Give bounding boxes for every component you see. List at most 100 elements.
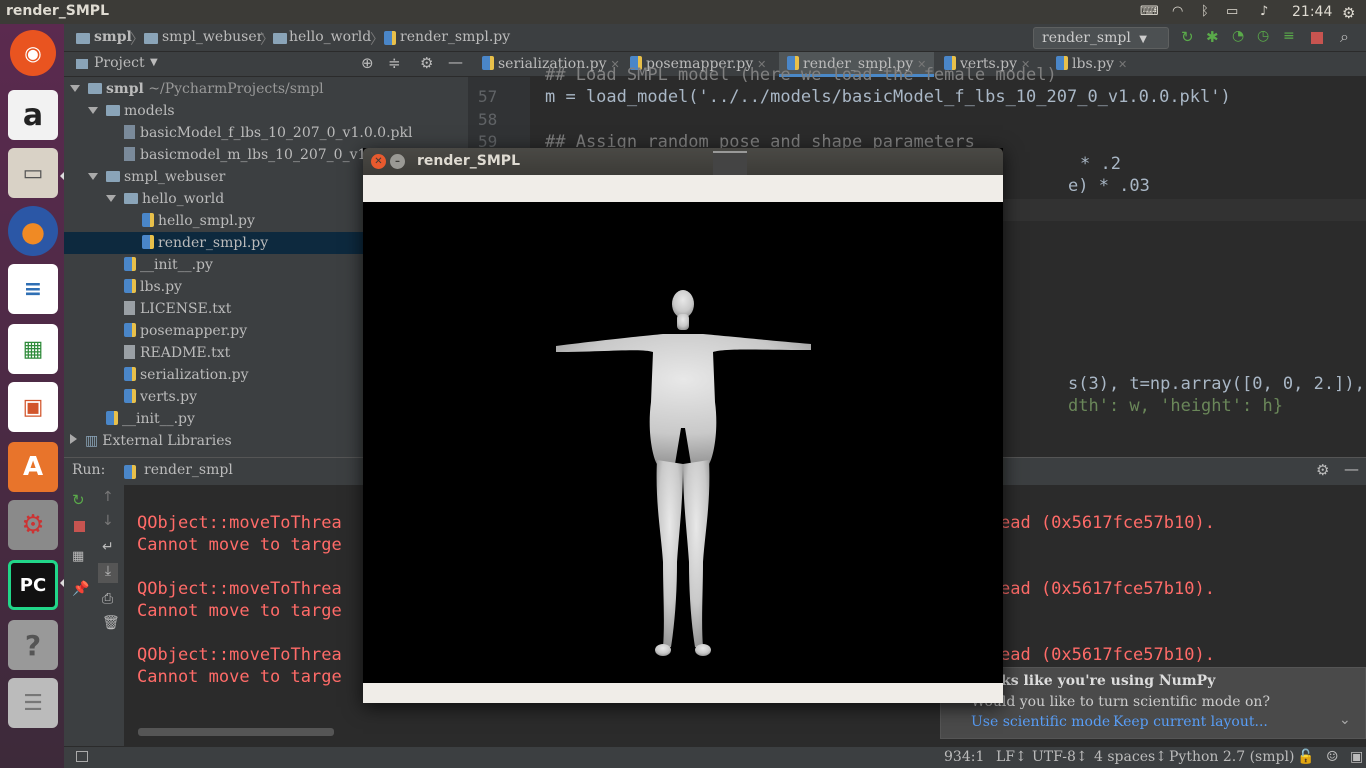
impress-icon[interactable]: ▣ bbox=[8, 382, 58, 432]
scroll-to-end-icon[interactable]: ⤓ bbox=[98, 563, 118, 583]
toggle-tool-windows-icon[interactable] bbox=[76, 751, 88, 762]
code-comment-line: ## Load SMPL model (here we load the fem… bbox=[545, 65, 1057, 85]
breadcrumb-hello-world[interactable]: hello_world bbox=[289, 29, 371, 45]
keyboard-icon[interactable]: ⌨ bbox=[1140, 4, 1159, 20]
active-window-title: render_SMPL bbox=[6, 3, 109, 19]
minimize-window-icon[interactable]: – bbox=[390, 154, 405, 169]
close-icon: ✕ bbox=[1117, 58, 1128, 71]
interpreter[interactable]: Python 2.7 (smpl) bbox=[1169, 749, 1294, 765]
profile-icon[interactable]: ◷ bbox=[1257, 28, 1271, 44]
tree-item-external-libraries[interactable]: ▥ External Libraries bbox=[70, 430, 232, 452]
ubuntu-dash-icon[interactable]: ◉ bbox=[10, 30, 56, 76]
smpl-body-render bbox=[556, 290, 811, 656]
tree-item-verts[interactable]: verts.py bbox=[124, 386, 197, 408]
files-icon[interactable]: ▭ bbox=[8, 148, 58, 198]
clock[interactable]: 21:44 bbox=[1292, 4, 1332, 20]
tree-item-smpl-webuser[interactable]: smpl_webuser bbox=[88, 166, 225, 188]
concurrency-icon[interactable]: ≡ bbox=[1283, 28, 1297, 44]
workspace-icon[interactable]: ☰ bbox=[8, 678, 58, 728]
bluetooth-icon[interactable]: ᛒ bbox=[1201, 4, 1209, 20]
print-icon[interactable]: ⎙ bbox=[102, 591, 113, 607]
tree-item-hello-world[interactable]: hello_world bbox=[106, 188, 224, 210]
breadcrumb-render-smpl[interactable]: render_smpl.py bbox=[400, 29, 510, 45]
target-icon[interactable]: ⊕ bbox=[361, 54, 374, 72]
breadcrumb-sep: 〉 bbox=[260, 32, 274, 48]
pin-icon[interactable]: 📌 bbox=[72, 581, 89, 597]
tree-item-models[interactable]: models bbox=[88, 100, 175, 122]
amazon-icon[interactable]: a bbox=[8, 90, 58, 140]
python-file-icon bbox=[384, 31, 396, 45]
run-label: Run: bbox=[72, 462, 106, 478]
tree-item-posemapper[interactable]: posemapper.py bbox=[124, 320, 247, 342]
lock-icon[interactable]: 🔓 bbox=[1297, 749, 1314, 765]
run-configuration-select[interactable]: render_smpl ▼ bbox=[1033, 27, 1169, 49]
gear-icon[interactable]: ⚙ bbox=[1316, 461, 1329, 479]
calc-icon[interactable]: ▦ bbox=[8, 324, 58, 374]
line-separator[interactable]: LF↕ bbox=[996, 749, 1027, 765]
chevron-down-icon[interactable]: ▼ bbox=[150, 57, 158, 68]
breadcrumb-smpl-webuser[interactable]: smpl_webuser bbox=[162, 29, 263, 45]
writer-icon[interactable]: ≡ bbox=[8, 264, 58, 314]
inspector-icon[interactable]: ☺ bbox=[1326, 749, 1339, 765]
battery-icon[interactable]: ▭ bbox=[1226, 4, 1238, 20]
use-scientific-mode-link[interactable]: Use scientific mode bbox=[971, 714, 1110, 730]
close-window-icon[interactable]: ✕ bbox=[371, 154, 386, 169]
tab-lbs[interactable]: lbs.py ✕ bbox=[1048, 52, 1135, 77]
tree-item-model-f[interactable]: basicModel_f_lbs_10_207_0_v1.0.0.pkl bbox=[124, 122, 412, 144]
layout-icon[interactable]: ▦ bbox=[72, 549, 84, 564]
pycharm-icon[interactable]: PC bbox=[8, 560, 58, 610]
keep-current-layout-link[interactable]: Keep current layout... bbox=[1113, 714, 1268, 730]
volume-icon[interactable]: ♪ bbox=[1260, 4, 1268, 20]
hide-icon[interactable]: — bbox=[1344, 460, 1359, 478]
up-arrow-icon[interactable]: ↑ bbox=[102, 489, 114, 505]
coverage-icon[interactable]: ◔ bbox=[1232, 28, 1246, 44]
run-config-tab[interactable]: render_smpl bbox=[144, 462, 233, 478]
run-config-label: render_smpl bbox=[1042, 30, 1131, 46]
help-icon[interactable]: ? bbox=[8, 620, 58, 670]
navigation-bar: smpl 〉 smpl_webuser 〉 hello_world 〉 rend… bbox=[64, 24, 1366, 52]
code-fragment: * .2 bbox=[1080, 154, 1121, 174]
event-log-icon[interactable]: ▣ bbox=[1350, 749, 1363, 765]
software-center-icon[interactable]: A bbox=[8, 442, 58, 492]
render-window-titlebar[interactable]: ✕ – render_SMPL bbox=[363, 148, 1003, 183]
trash-icon[interactable]: 🗑 bbox=[102, 615, 120, 631]
console-error-line: ead (0x5617fce57b10). bbox=[1000, 579, 1215, 599]
settings-icon[interactable]: ⚙ bbox=[8, 500, 58, 550]
caret-position[interactable]: 934:1 bbox=[944, 749, 984, 765]
indent-setting[interactable]: 4 spaces↕ bbox=[1094, 749, 1167, 765]
chevron-down-icon: ▼ bbox=[1139, 34, 1147, 45]
soft-wrap-icon[interactable]: ↵ bbox=[102, 539, 114, 555]
top-panel: render_SMPL ⌨ ◠ ᛒ ▭ ♪ 21:44 ⚙ bbox=[0, 0, 1366, 24]
breadcrumb-smpl[interactable]: smpl bbox=[94, 29, 132, 45]
search-icon[interactable]: ⌕ bbox=[1340, 27, 1354, 46]
rerun-icon[interactable]: ↻ bbox=[1181, 28, 1195, 46]
firefox-icon[interactable]: ● bbox=[8, 206, 58, 256]
collapse-all-icon[interactable]: ≑ bbox=[388, 54, 401, 72]
rerun-icon[interactable]: ↻ bbox=[72, 491, 85, 509]
project-panel-title[interactable]: Project bbox=[94, 55, 145, 71]
notification-body: Would you like to turn scientific mode o… bbox=[971, 694, 1270, 710]
python-file-icon bbox=[124, 465, 136, 479]
debug-icon[interactable]: ✱ bbox=[1206, 28, 1220, 46]
tree-item-readme[interactable]: README.txt bbox=[124, 342, 230, 364]
down-arrow-icon[interactable]: ↓ bbox=[102, 513, 114, 529]
tree-item-lbs[interactable]: lbs.py bbox=[124, 276, 182, 298]
file-encoding[interactable]: UTF-8↕ bbox=[1032, 749, 1088, 765]
horizontal-scrollbar[interactable] bbox=[138, 728, 334, 736]
tree-item-model-m[interactable]: basicmodel_m_lbs_10_207_0_v1 bbox=[124, 144, 366, 166]
chevron-down-icon[interactable]: ⌄ bbox=[1339, 712, 1351, 728]
code-fragment: e) * .03 bbox=[1068, 176, 1150, 196]
wifi-icon[interactable]: ◠ bbox=[1172, 4, 1183, 20]
gear-icon[interactable]: ⚙ bbox=[420, 54, 433, 72]
stop-icon[interactable] bbox=[74, 521, 85, 532]
tree-item-root-init[interactable]: __init__.py bbox=[106, 408, 195, 430]
hide-icon[interactable]: — bbox=[448, 53, 463, 71]
tree-item-init[interactable]: __init__.py bbox=[124, 254, 213, 276]
tree-item-hello-smpl[interactable]: hello_smpl.py bbox=[142, 210, 255, 232]
tree-item-license[interactable]: LICENSE.txt bbox=[124, 298, 231, 320]
power-gear-icon[interactable]: ⚙ bbox=[1342, 4, 1355, 22]
render-window-title: render_SMPL bbox=[417, 153, 520, 169]
tree-item-smpl[interactable]: smpl ~/PycharmProjects/smpl bbox=[70, 78, 324, 100]
stop-icon[interactable] bbox=[1311, 32, 1323, 44]
tree-item-serialization[interactable]: serialization.py bbox=[124, 364, 249, 386]
